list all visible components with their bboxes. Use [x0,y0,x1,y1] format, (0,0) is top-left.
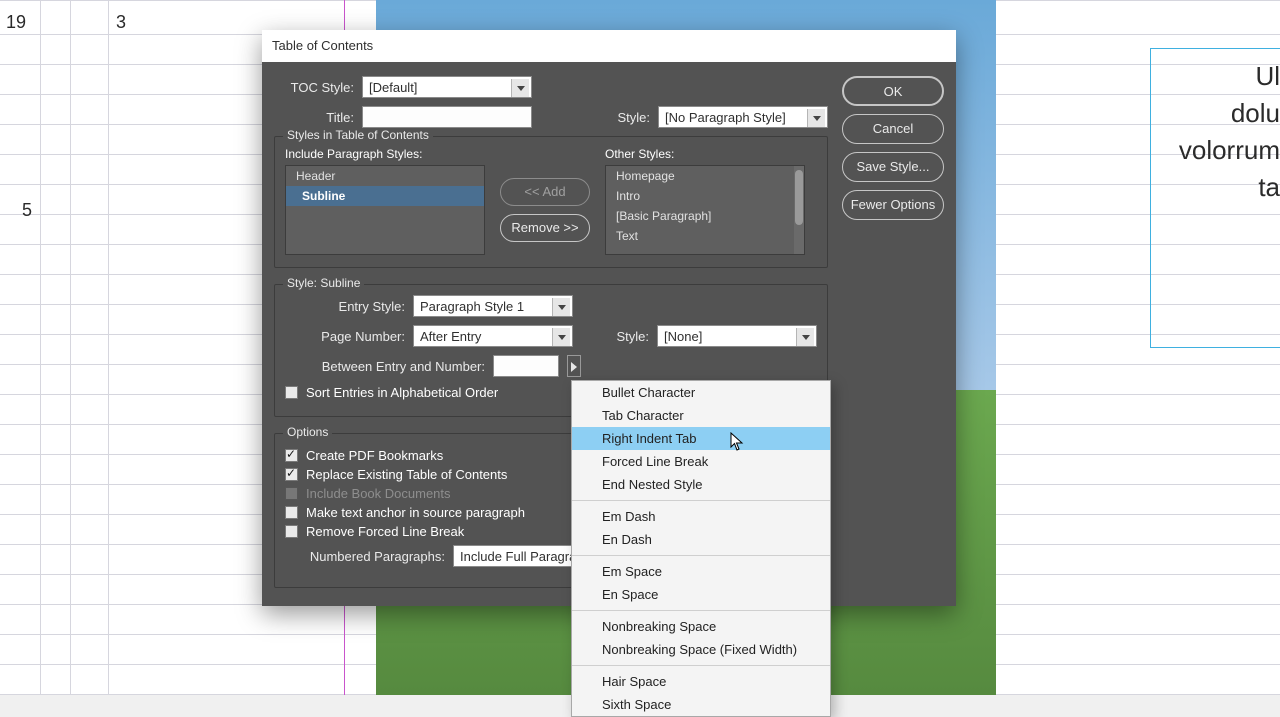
menu-item[interactable]: Bullet Character [572,381,830,404]
checkbox-label: Make text anchor in source paragraph [306,505,525,520]
chevron-down-icon [807,109,825,127]
chevron-down-icon [511,79,529,97]
ruler-label-5: 5 [22,200,32,221]
menu-item[interactable]: Nonbreaking Space (Fixed Width) [572,638,830,661]
add-style-button[interactable]: << Add [500,178,590,206]
title-style-value: [No Paragraph Style] [665,110,786,125]
list-item[interactable]: Intro [606,186,804,206]
entry-style-value: Paragraph Style 1 [420,299,524,314]
pn-style-value: [None] [664,329,702,344]
other-styles-list[interactable]: Homepage Intro [Basic Paragraph] Text [605,165,805,255]
menu-item[interactable]: Em Space [572,560,830,583]
list-item[interactable]: Text [606,226,804,246]
title-label: Title: [274,110,354,125]
checkbox-label: Replace Existing Table of Contents [306,467,507,482]
menu-item[interactable]: Sixth Space [572,693,830,716]
page-number-label: Page Number: [285,329,405,344]
options-group-legend: Options [283,425,332,439]
numbered-para-label: Numbered Paragraphs: [285,549,445,564]
menu-item[interactable]: Tab Character [572,404,830,427]
pn-style-label: Style: [589,329,649,344]
checkbox-icon [285,487,298,500]
checkbox-icon [285,449,298,462]
list-item[interactable]: Subline [286,186,484,206]
title-style-dropdown[interactable]: [No Paragraph Style] [658,106,828,128]
include-styles-list[interactable]: Header Subline [285,165,485,255]
menu-item[interactable]: Em Dash [572,505,830,528]
menu-item[interactable]: Nonbreaking Space [572,615,830,638]
scrollbar[interactable] [794,166,804,254]
menu-item[interactable]: En Space [572,583,830,606]
special-char-menu[interactable]: Bullet Character Tab Character Right Ind… [571,380,831,717]
title-style-label: Style: [590,110,650,125]
other-styles-label: Other Styles: [605,147,805,161]
menu-item[interactable]: Forced Line Break [572,450,830,473]
between-label: Between Entry and Number: [285,359,485,374]
remove-style-button[interactable]: Remove >> [500,214,590,242]
sort-alpha-label: Sort Entries in Alphabetical Order [306,385,498,400]
doc-line-3: volorrum [1150,132,1280,169]
menu-separator [572,500,830,501]
doc-line-2: dolu [1150,95,1280,132]
checkbox-icon [285,386,298,399]
toc-style-value: [Default] [369,80,417,95]
menu-separator [572,610,830,611]
list-item[interactable]: [Basic Paragraph] [606,206,804,226]
doc-line-1: Ul [1150,58,1280,95]
menu-item[interactable]: En Dash [572,528,830,551]
checkbox-label: Include Book Documents [306,486,451,501]
checkbox-icon [285,525,298,538]
save-style-button[interactable]: Save Style... [842,152,944,182]
checkbox-label: Create PDF Bookmarks [306,448,443,463]
list-item[interactable]: Header [286,166,484,186]
menu-separator [572,665,830,666]
toc-title-input[interactable] [362,106,532,128]
menu-item[interactable]: End Nested Style [572,473,830,496]
fewer-options-button[interactable]: Fewer Options [842,190,944,220]
cancel-button[interactable]: Cancel [842,114,944,144]
chevron-down-icon [552,328,570,346]
entry-style-dropdown[interactable]: Paragraph Style 1 [413,295,573,317]
chevron-down-icon [796,328,814,346]
entry-style-label: Entry Style: [285,299,405,314]
page-number-dropdown[interactable]: After Entry [413,325,573,347]
pn-style-dropdown[interactable]: [None] [657,325,817,347]
menu-item[interactable]: Hair Space [572,670,830,693]
numbered-para-dropdown[interactable]: Include Full Paragra [453,545,583,567]
include-styles-label: Include Paragraph Styles: [285,147,485,161]
menu-separator [572,555,830,556]
checkbox-label: Remove Forced Line Break [306,524,464,539]
checkbox-icon [285,506,298,519]
numbered-para-value: Include Full Paragra [460,549,576,564]
between-input[interactable] [493,355,559,377]
ruler-label-3: 3 [116,12,126,33]
chevron-down-icon [552,298,570,316]
menu-item[interactable]: Right Indent Tab [572,427,830,450]
checkbox-icon [285,468,298,481]
style-detail-legend: Style: Subline [283,276,364,290]
doc-line-4: ta [1150,169,1280,206]
ruler-label-19: 19 [6,12,26,33]
ok-button[interactable]: OK [842,76,944,106]
list-item[interactable]: Homepage [606,166,804,186]
styles-group: Styles in Table of Contents Include Para… [274,136,828,268]
toc-style-dropdown[interactable]: [Default] [362,76,532,98]
dialog-title[interactable]: Table of Contents [262,30,956,62]
styles-group-legend: Styles in Table of Contents [283,128,433,142]
special-char-menu-button[interactable] [567,355,581,377]
page-number-value: After Entry [420,329,481,344]
toc-style-label: TOC Style: [274,80,354,95]
